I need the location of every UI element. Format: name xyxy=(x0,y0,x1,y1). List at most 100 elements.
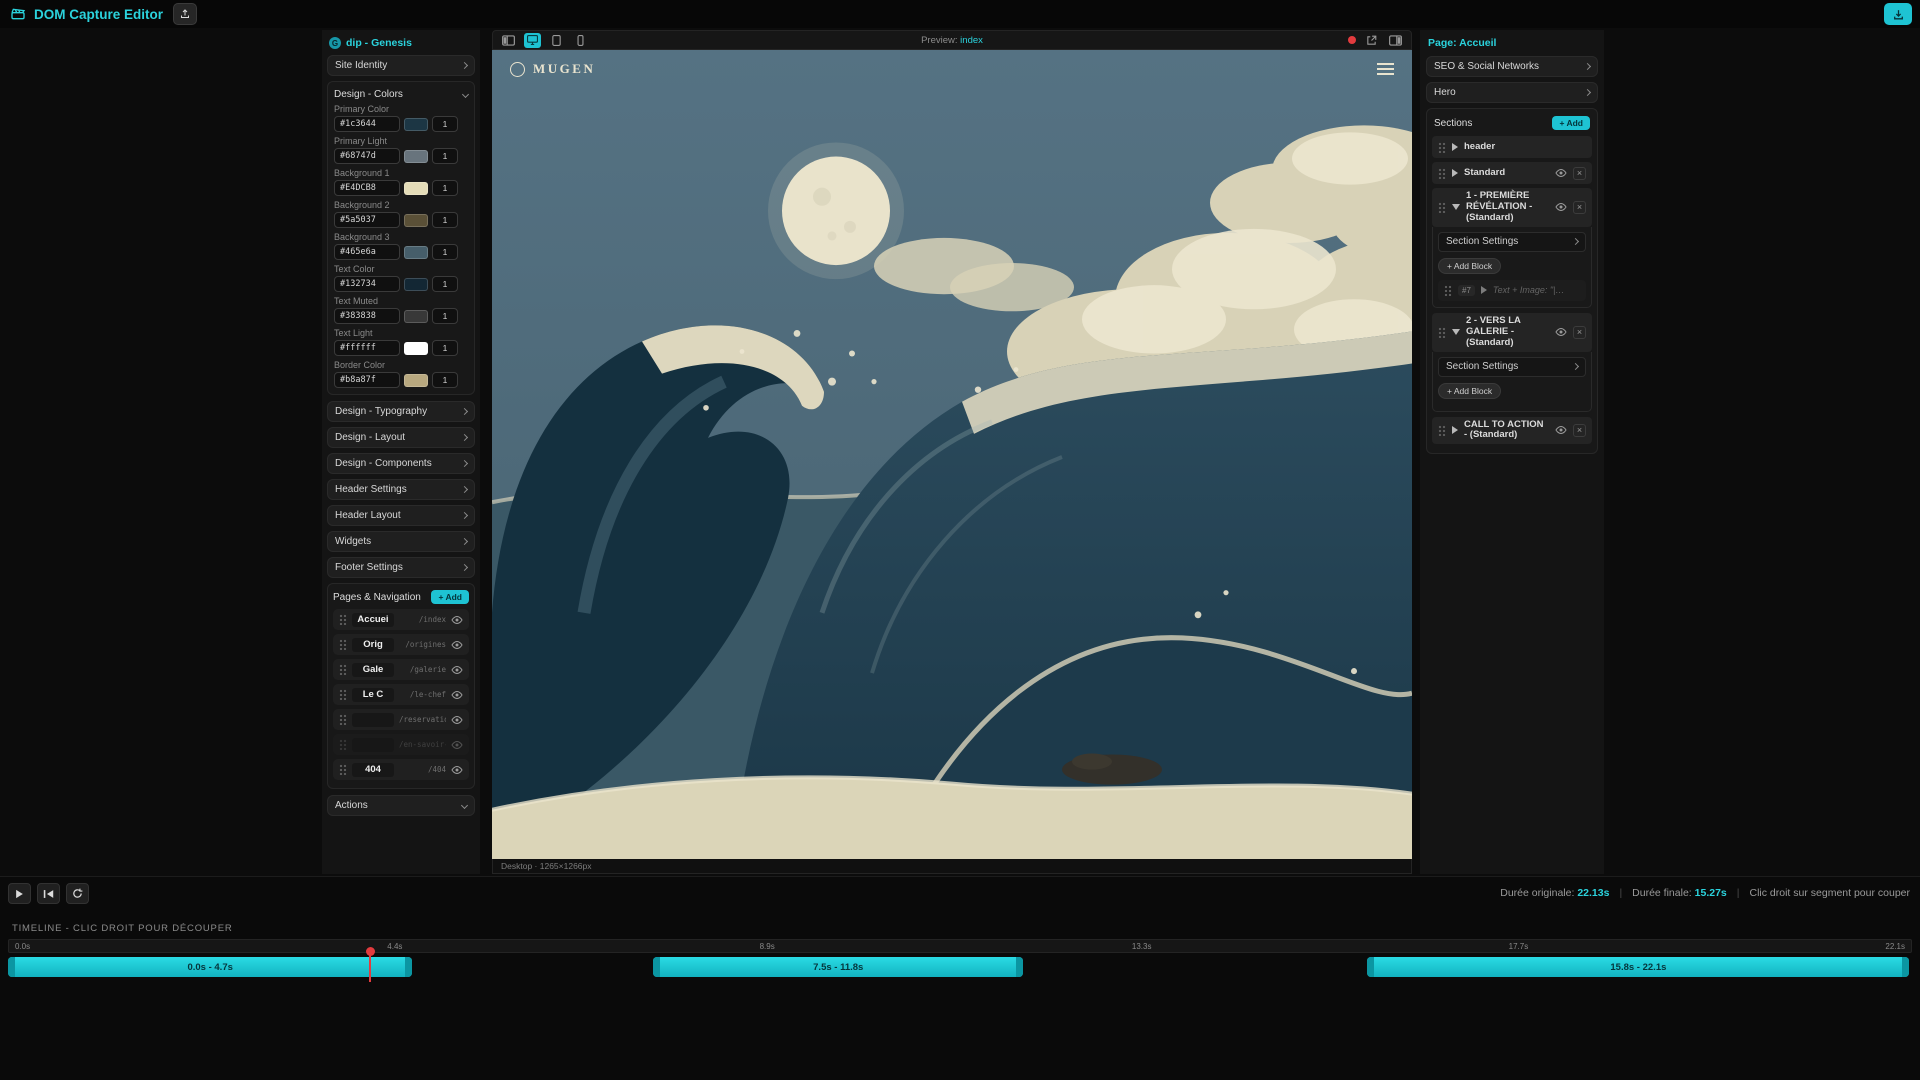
section-item-premiere-revelation[interactable]: 1 - PREMIÈRE RÉVÉLATION - (Standard) × xyxy=(1432,188,1592,227)
drag-handle-icon[interactable] xyxy=(1438,168,1446,179)
opacity-input[interactable] xyxy=(432,212,458,228)
hex-input[interactable] xyxy=(334,148,400,164)
play-button[interactable] xyxy=(8,883,31,904)
opacity-input[interactable] xyxy=(432,180,458,196)
page-name-input[interactable] xyxy=(352,738,394,752)
timeline-ruler[interactable]: 0.0s 4.4s 8.9s 13.3s 17.7s 22.1s xyxy=(8,939,1912,953)
eye-icon[interactable] xyxy=(1555,167,1567,179)
collapse-triangle-icon[interactable] xyxy=(1452,143,1458,151)
collapse-triangle-icon[interactable] xyxy=(1452,169,1458,177)
hex-input[interactable] xyxy=(334,276,400,292)
drag-handle-icon[interactable] xyxy=(339,639,347,650)
section-item-vers-la-galerie[interactable]: 2 - VERS LA GALERIE - (Standard) × xyxy=(1432,313,1592,352)
section-settings-row[interactable]: Section Settings xyxy=(1438,232,1586,252)
toggle-left-panel-button[interactable] xyxy=(500,33,517,48)
color-swatch[interactable] xyxy=(404,374,428,387)
page-name-input[interactable] xyxy=(352,638,394,652)
delete-section-button[interactable]: × xyxy=(1573,167,1586,180)
section-item-standard[interactable]: Standard × xyxy=(1432,162,1592,184)
hex-input[interactable] xyxy=(334,180,400,196)
page-row-origines[interactable]: /origines xyxy=(333,634,469,655)
page-row-index[interactable]: /index xyxy=(333,609,469,630)
color-swatch[interactable] xyxy=(404,310,428,323)
section-header-settings[interactable]: Header Settings xyxy=(327,479,475,500)
page-name-input[interactable] xyxy=(352,713,394,727)
section-seo[interactable]: SEO & Social Networks xyxy=(1426,56,1598,77)
color-swatch[interactable] xyxy=(404,246,428,259)
color-swatch[interactable] xyxy=(404,118,428,131)
drag-handle-icon[interactable] xyxy=(1438,142,1446,153)
record-indicator[interactable] xyxy=(1348,36,1356,44)
eye-icon[interactable] xyxy=(451,714,463,726)
page-name-input[interactable] xyxy=(352,663,394,677)
page-row-404[interactable]: /404 xyxy=(333,759,469,780)
page-row-le-chef[interactable]: /le-chef xyxy=(333,684,469,705)
eye-icon[interactable] xyxy=(1555,326,1567,338)
color-swatch[interactable] xyxy=(404,214,428,227)
section-widgets[interactable]: Widgets xyxy=(327,531,475,552)
opacity-input[interactable] xyxy=(432,308,458,324)
eye-icon[interactable] xyxy=(451,664,463,676)
drag-handle-icon[interactable] xyxy=(1438,425,1446,436)
drag-handle-icon[interactable] xyxy=(1438,327,1446,338)
add-page-button[interactable]: + Add xyxy=(431,590,469,604)
device-phone-button[interactable] xyxy=(572,33,589,48)
section-footer-settings[interactable]: Footer Settings xyxy=(327,557,475,578)
drag-handle-icon[interactable] xyxy=(1438,202,1446,213)
expand-triangle-icon[interactable] xyxy=(1452,329,1460,335)
add-block-button[interactable]: + Add Block xyxy=(1438,383,1501,399)
page-name-input[interactable] xyxy=(352,613,394,627)
export-button[interactable] xyxy=(1884,3,1912,25)
open-external-button[interactable] xyxy=(1363,33,1380,48)
color-swatch[interactable] xyxy=(404,278,428,291)
timeline-segment-2[interactable]: 7.5s - 11.8s xyxy=(653,957,1023,977)
page-name-input[interactable] xyxy=(352,763,394,777)
drag-handle-icon[interactable] xyxy=(339,614,347,625)
color-swatch[interactable] xyxy=(404,150,428,163)
eye-icon[interactable] xyxy=(451,614,463,626)
eye-icon[interactable] xyxy=(1555,201,1567,213)
drag-handle-icon[interactable] xyxy=(339,664,347,675)
color-swatch[interactable] xyxy=(404,342,428,355)
page-name-input[interactable] xyxy=(352,688,394,702)
hex-input[interactable] xyxy=(334,244,400,260)
delete-section-button[interactable]: × xyxy=(1573,326,1586,339)
section-design-colors[interactable]: Design - Colors xyxy=(334,86,468,102)
page-row-galerie[interactable]: /galerie xyxy=(333,659,469,680)
timeline-segment-3[interactable]: 15.8s - 22.1s xyxy=(1367,957,1909,977)
opacity-input[interactable] xyxy=(432,340,458,356)
eye-icon[interactable] xyxy=(451,764,463,776)
loop-button[interactable] xyxy=(66,883,89,904)
opacity-input[interactable] xyxy=(432,276,458,292)
page-row-reservation[interactable]: /reservation xyxy=(333,709,469,730)
opacity-input[interactable] xyxy=(432,372,458,388)
section-item-call-to-action[interactable]: CALL TO ACTION - (Standard) × xyxy=(1432,417,1592,445)
opacity-input[interactable] xyxy=(432,244,458,260)
eye-icon[interactable] xyxy=(1555,424,1567,436)
expand-triangle-icon[interactable] xyxy=(1452,204,1460,210)
opacity-input[interactable] xyxy=(432,148,458,164)
hex-input[interactable] xyxy=(334,212,400,228)
section-actions[interactable]: Actions xyxy=(327,795,475,816)
collapse-triangle-icon[interactable] xyxy=(1481,286,1487,294)
add-block-button[interactable]: + Add Block xyxy=(1438,258,1501,274)
eye-icon[interactable] xyxy=(451,689,463,701)
section-site-identity[interactable]: Site Identity xyxy=(327,55,475,76)
playhead[interactable] xyxy=(369,950,371,982)
hex-input[interactable] xyxy=(334,116,400,132)
drag-handle-icon[interactable] xyxy=(339,714,347,725)
color-swatch[interactable] xyxy=(404,182,428,195)
section-header-layout[interactable]: Header Layout xyxy=(327,505,475,526)
eye-icon[interactable] xyxy=(451,739,463,751)
section-design-components[interactable]: Design - Components xyxy=(327,453,475,474)
timeline-track[interactable]: 0.0s - 4.7s 7.5s - 11.8s 15.8s - 22.1s xyxy=(8,957,1912,977)
drag-handle-icon[interactable] xyxy=(339,764,347,775)
upload-button[interactable] xyxy=(173,3,197,25)
section-hero[interactable]: Hero xyxy=(1426,82,1598,103)
hex-input[interactable] xyxy=(334,308,400,324)
add-section-button[interactable]: + Add xyxy=(1552,116,1590,130)
hex-input[interactable] xyxy=(334,340,400,356)
device-desktop-button[interactable] xyxy=(524,33,541,48)
section-settings-row[interactable]: Section Settings xyxy=(1438,357,1586,377)
device-tablet-button[interactable] xyxy=(548,33,565,48)
